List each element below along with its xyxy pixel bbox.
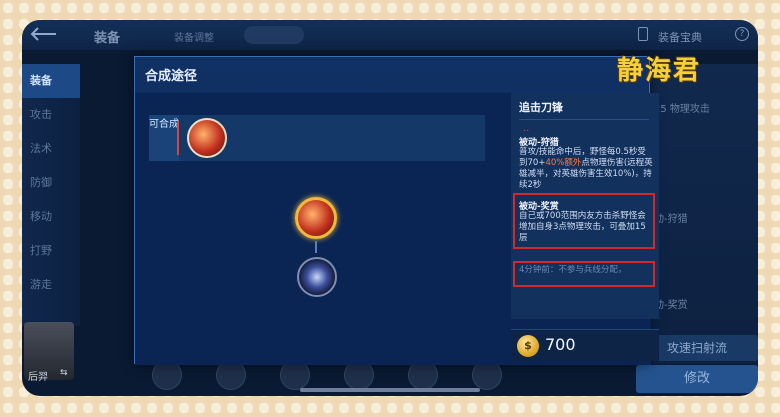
recipe-connector: [315, 241, 317, 253]
item-price: 700: [545, 335, 576, 354]
help-icon[interactable]: ?: [735, 27, 749, 41]
watermark: 静海君: [617, 56, 702, 86]
swap-icon[interactable]: ⇆: [60, 368, 68, 378]
sidebar-item-jungle[interactable]: 打野: [22, 234, 80, 268]
passive2-text: 自己或700范围内友方击杀野怪会增加自身3点物理攻击，可叠加15层: [519, 211, 646, 243]
bg-stat-line: 25 物理攻击: [654, 104, 710, 115]
craftable-row: 可合成: [149, 115, 485, 161]
sidebar-item-defense[interactable]: 防御: [22, 166, 80, 200]
hero-name: 后羿: [28, 372, 48, 383]
synthesis-dialog: 合成途径 ✕ 可合成 追击刀锋 .. 被动-狩猎 普攻/技能命中后，野怪每0.5…: [134, 56, 659, 365]
sidebar-item-move[interactable]: 移动: [22, 200, 80, 234]
passive1-text: 普攻/技能命中后，野怪每0.5秒受到70+40%额外点物理伤害(远程英雄减半，对…: [519, 147, 653, 190]
item-chips[interactable]: [244, 26, 304, 44]
item-name: 追击刀锋: [519, 101, 563, 114]
upgrade-item-icon[interactable]: [187, 118, 227, 158]
stat-dots: ..: [523, 123, 530, 134]
item-description: 追击刀锋 .. 被动-狩猎 普攻/技能命中后，野怪每0.5秒受到70+40%额外…: [511, 93, 659, 319]
price-box: $ 700: [511, 329, 659, 361]
equip-adjust-tab[interactable]: 装备调整: [174, 29, 214, 44]
modify-button[interactable]: 修改: [636, 365, 758, 393]
scroll-indicator: [300, 388, 480, 392]
selected-item-icon[interactable]: [295, 197, 337, 239]
craftable-tag: 可合成: [149, 115, 179, 161]
bg-passive1-line: 动-狩猎: [654, 214, 688, 225]
footnote-text: 4分钟前：不参与兵线分配，: [519, 265, 627, 275]
component-item-icon[interactable]: [297, 257, 337, 297]
coin-icon: $: [517, 335, 539, 357]
item-detail-background: 25 物理攻击 动-狩猎 动-奖赏: [648, 64, 758, 364]
equip-library-link[interactable]: 装备宝典: [658, 29, 702, 45]
back-arrow-icon[interactable]: [30, 26, 58, 42]
dialog-body: 可合成 追击刀锋 .. 被动-狩猎 普攻/技能命中后，野怪每0.5秒受到70+4…: [135, 93, 659, 365]
bookmark-icon[interactable]: [638, 27, 648, 41]
dialog-title: 合成途径: [145, 69, 198, 84]
sidebar-item-roam[interactable]: 游走: [22, 268, 80, 302]
sidebar-item-equip[interactable]: 装备: [22, 64, 80, 98]
top-bar: 装备 装备调整 装备宝典 ?: [22, 20, 758, 50]
page-title: 装备: [94, 31, 121, 46]
category-sidebar: 装备 攻击 法术 防御 移动 打野 游走: [22, 64, 80, 326]
bg-passive2-line: 动-奖赏: [654, 300, 688, 311]
sidebar-item-magic[interactable]: 法术: [22, 132, 80, 166]
sidebar-item-attack[interactable]: 攻击: [22, 98, 80, 132]
game-screen: 装备 装备调整 装备宝典 ? 装备 攻击 法术 防御 移动 打野 游走 后羿 ⇆…: [22, 20, 758, 396]
divider: [519, 119, 649, 120]
